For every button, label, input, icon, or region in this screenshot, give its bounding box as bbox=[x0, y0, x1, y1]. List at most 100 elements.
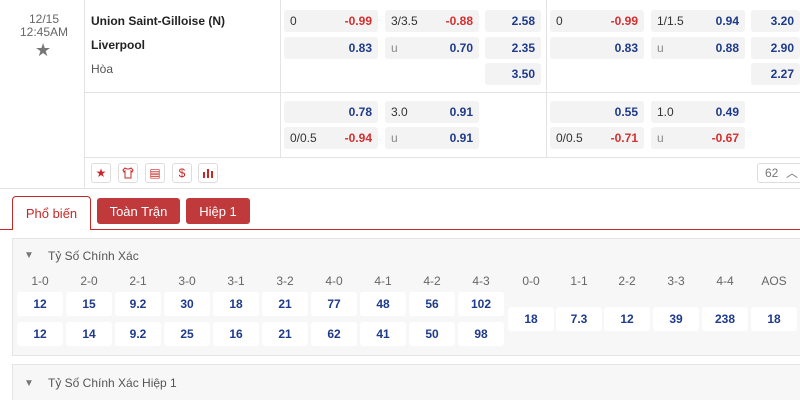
dollar-icon[interactable]: $ bbox=[172, 163, 192, 183]
ft-1x2-draw-cell[interactable]: 3.50 bbox=[485, 63, 541, 85]
score-odds-cell[interactable]: 12 bbox=[17, 322, 63, 346]
score-odds-cell[interactable]: 50 bbox=[409, 322, 455, 346]
score-odds-cell[interactable]: 9.2 bbox=[115, 322, 161, 346]
bar-chart-icon-graphic bbox=[203, 169, 213, 178]
score-odds-cell[interactable]: 9.2 bbox=[115, 292, 161, 316]
tab-popular[interactable]: Phổ biến bbox=[12, 196, 91, 230]
ht-handicap2-home-cell[interactable]: 0.55 bbox=[550, 101, 644, 123]
score-odds-cell[interactable]: 7.3 bbox=[556, 307, 602, 331]
score-odds-cell[interactable]: 56 bbox=[409, 292, 455, 316]
score-odds-cell[interactable]: 21 bbox=[262, 322, 308, 346]
odds-value: 2.27 bbox=[770, 67, 794, 81]
score-odds-cell[interactable]: 15 bbox=[66, 292, 112, 316]
ht-under2-cell[interactable]: u -0.67 bbox=[651, 127, 745, 149]
handicap-line: 0/0.5 bbox=[556, 131, 583, 145]
score-odds-cell[interactable]: 98 bbox=[458, 322, 504, 346]
odds-value: 0.83 bbox=[614, 41, 638, 55]
odds-value: 0.70 bbox=[449, 41, 473, 55]
divider bbox=[84, 92, 800, 93]
under-label: u bbox=[391, 41, 398, 55]
match-date: 12/15 bbox=[28, 12, 60, 26]
ht-1x2-away-cell[interactable]: 2.90 bbox=[751, 37, 800, 59]
ft-handicap-away-cell[interactable]: 0.83 bbox=[284, 37, 378, 59]
odds-value: 0.83 bbox=[348, 41, 372, 55]
score-odds-cell[interactable]: 48 bbox=[360, 292, 406, 316]
ft-handicap2-away-cell[interactable]: 0/0.5 -0.94 bbox=[284, 127, 378, 149]
ht-handicap-home-cell[interactable]: 0 -0.99 bbox=[550, 10, 644, 32]
ft-under-cell[interactable]: u 0.70 bbox=[385, 37, 479, 59]
ft-handicap-home-cell[interactable]: 0 -0.99 bbox=[284, 10, 378, 32]
ft-over-cell[interactable]: 3/3.5 -0.88 bbox=[385, 10, 479, 32]
away-team[interactable]: Liverpool bbox=[91, 38, 145, 52]
divider bbox=[0, 188, 800, 189]
score-header: 1-0 bbox=[31, 274, 49, 288]
more-bets-button[interactable]: 62 ︿ bbox=[757, 163, 800, 183]
score-odds-cell[interactable]: 18 bbox=[213, 292, 259, 316]
tab-first-half[interactable]: Hiệp 1 bbox=[186, 198, 250, 224]
correct-score-title[interactable]: Tỷ Số Chính Xác bbox=[48, 249, 139, 263]
score-odds-cell[interactable]: 12 bbox=[604, 307, 650, 331]
odds-value: 2.90 bbox=[770, 41, 794, 55]
score-header: 2-1 bbox=[129, 274, 147, 288]
odds-value: 0.88 bbox=[715, 41, 739, 55]
odds-value: -0.99 bbox=[610, 14, 638, 28]
score-odds-cell[interactable]: 12 bbox=[17, 292, 63, 316]
ht-handicap-away-cell[interactable]: 0.83 bbox=[550, 37, 644, 59]
score-odds-cell[interactable]: 62 bbox=[311, 322, 357, 346]
ht-over2-cell[interactable]: 1.0 0.49 bbox=[651, 101, 745, 123]
odds-value: 0.78 bbox=[348, 105, 372, 119]
score-header: 4-2 bbox=[423, 274, 441, 288]
score-odds-cell[interactable]: 238 bbox=[702, 307, 748, 331]
score-odds-cell[interactable]: 16 bbox=[213, 322, 259, 346]
star-icon[interactable]: ★ bbox=[91, 163, 111, 183]
score-odds-cell[interactable]: 25 bbox=[164, 322, 210, 346]
chevron-down-icon[interactable]: ▼ bbox=[24, 250, 34, 261]
stats-icon[interactable]: ▤ bbox=[145, 163, 165, 183]
ft-over2-cell[interactable]: 3.0 0.91 bbox=[385, 101, 479, 123]
bar-chart-icon[interactable] bbox=[198, 163, 218, 183]
ht-over-cell[interactable]: 1/1.5 0.94 bbox=[651, 10, 745, 32]
ft-1x2-home-cell[interactable]: 2.58 bbox=[485, 10, 541, 32]
divider bbox=[84, 157, 800, 158]
score-header: 4-3 bbox=[472, 274, 490, 288]
draw-label: Hòa bbox=[91, 62, 114, 76]
score-header: 4-4 bbox=[716, 274, 734, 288]
tab-full-match[interactable]: Toàn Trận bbox=[97, 198, 180, 224]
score-header: 2-0 bbox=[80, 274, 98, 288]
correct-score-ht-title[interactable]: Tỷ Số Chính Xác Hiệp 1 bbox=[48, 376, 177, 390]
odds-value: 2.35 bbox=[511, 41, 535, 55]
odds-value: 2.58 bbox=[511, 14, 535, 28]
score-odds-cell[interactable]: 41 bbox=[360, 322, 406, 346]
score-odds-cell[interactable]: 102 bbox=[458, 292, 504, 316]
score-header: 4-0 bbox=[325, 274, 343, 288]
ht-1x2-draw-cell[interactable]: 2.27 bbox=[751, 63, 800, 85]
score-odds-cell[interactable]: 30 bbox=[164, 292, 210, 316]
ou-line: 3.0 bbox=[391, 105, 408, 119]
favorite-star-icon[interactable]: ★ bbox=[35, 40, 51, 61]
score-odds-cell[interactable]: 18 bbox=[751, 307, 797, 331]
jersey-icon[interactable] bbox=[118, 163, 138, 183]
odds-value: 0.91 bbox=[449, 105, 473, 119]
ft-handicap2-home-cell[interactable]: 0.78 bbox=[284, 101, 378, 123]
score-odds-cell[interactable]: 77 bbox=[311, 292, 357, 316]
divider bbox=[84, 0, 85, 188]
ou-line: 1.0 bbox=[657, 105, 674, 119]
ht-handicap2-away-cell[interactable]: 0/0.5 -0.71 bbox=[550, 127, 644, 149]
odds-value: 3.20 bbox=[770, 14, 794, 28]
score-odds-cell[interactable]: 39 bbox=[653, 307, 699, 331]
odds-value: -0.67 bbox=[711, 131, 739, 145]
odds-value: 0.91 bbox=[449, 131, 473, 145]
ht-1x2-home-cell[interactable]: 3.20 bbox=[751, 10, 800, 32]
ft-1x2-away-cell[interactable]: 2.35 bbox=[485, 37, 541, 59]
score-header: 3-2 bbox=[276, 274, 294, 288]
score-odds-cell[interactable]: 14 bbox=[66, 322, 112, 346]
chevron-down-icon[interactable]: ▼ bbox=[24, 378, 34, 389]
score-odds-cell[interactable]: 18 bbox=[508, 307, 554, 331]
ft-under2-cell[interactable]: u 0.91 bbox=[385, 127, 479, 149]
ht-under-cell[interactable]: u 0.88 bbox=[651, 37, 745, 59]
odds-value: -0.71 bbox=[610, 131, 638, 145]
score-odds-cell[interactable]: 21 bbox=[262, 292, 308, 316]
chevron-up-icon: ︿ bbox=[786, 166, 799, 180]
under-label: u bbox=[657, 131, 664, 145]
home-team[interactable]: Union Saint-Gilloise (N) bbox=[91, 14, 225, 28]
